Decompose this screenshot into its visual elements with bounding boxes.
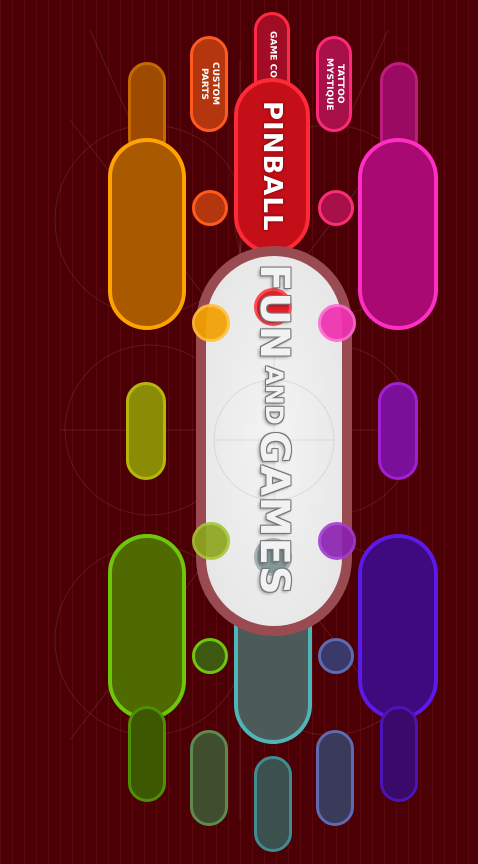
title-games: GAMES <box>251 431 297 596</box>
title-fun: FUN <box>251 264 297 361</box>
game-menu-screen: CUSTOM PARTS GAME CODE TATTOO MYSTIQUE P… <box>0 0 478 864</box>
title-and: AND <box>260 366 288 426</box>
game-title: FUN AND GAMES <box>212 264 336 596</box>
